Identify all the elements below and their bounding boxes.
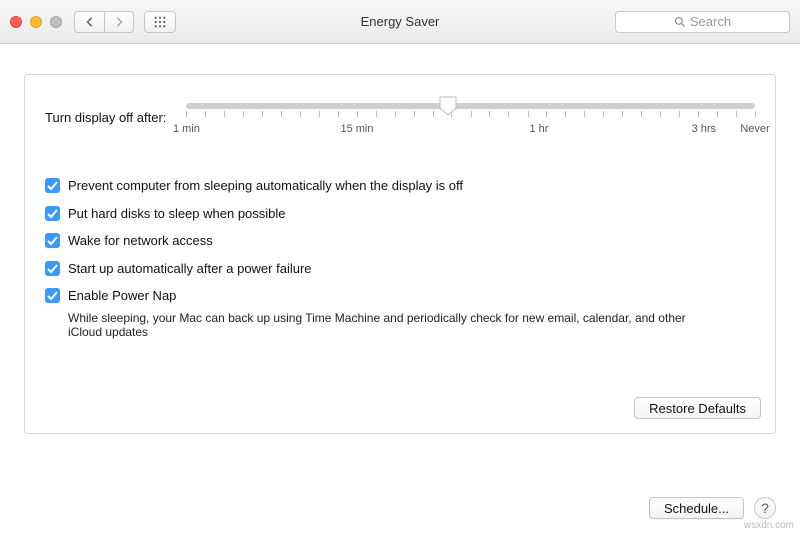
display-sleep-slider-row: Turn display off after: bbox=[45, 97, 755, 137]
display-sleep-label: Turn display off after: bbox=[45, 110, 166, 125]
forward-button[interactable] bbox=[104, 11, 134, 33]
display-sleep-slider[interactable]: 1 min 15 min 1 hr 3 hrs Never bbox=[186, 97, 755, 137]
power-nap-row: Enable Power Nap bbox=[45, 287, 755, 305]
tick-label-never: Never bbox=[740, 123, 769, 135]
slider-ticks bbox=[186, 111, 755, 119]
check-icon bbox=[45, 206, 60, 221]
tick-label-1hr: 1 hr bbox=[529, 123, 548, 135]
search-input[interactable]: Search bbox=[615, 11, 790, 33]
back-button[interactable] bbox=[74, 11, 104, 33]
close-icon[interactable] bbox=[10, 16, 22, 28]
prevent-sleep-label: Prevent computer from sleeping automatic… bbox=[68, 177, 463, 195]
slider-track bbox=[186, 103, 755, 109]
prevent-sleep-row: Prevent computer from sleeping automatic… bbox=[45, 177, 755, 195]
check-icon bbox=[45, 288, 60, 303]
check-icon bbox=[45, 261, 60, 276]
hard-disks-label: Put hard disks to sleep when possible bbox=[68, 205, 286, 223]
zoom-icon bbox=[50, 16, 62, 28]
titlebar: Energy Saver Search bbox=[0, 0, 800, 44]
slider-tick-labels: 1 min 15 min 1 hr 3 hrs Never bbox=[186, 123, 755, 137]
wake-network-checkbox[interactable] bbox=[45, 233, 60, 248]
energy-saver-window: Energy Saver Search Turn display off aft… bbox=[0, 0, 800, 535]
search-placeholder: Search bbox=[690, 14, 731, 29]
wake-network-row: Wake for network access bbox=[45, 232, 755, 250]
power-nap-note: While sleeping, your Mac can back up usi… bbox=[68, 311, 708, 339]
startup-power-fail-row: Start up automatically after a power fai… bbox=[45, 260, 755, 278]
tick-label-15min: 15 min bbox=[340, 123, 373, 135]
bottom-bar: Schedule... ? bbox=[0, 485, 800, 535]
content-area: Turn display off after: bbox=[0, 44, 800, 485]
nav-buttons bbox=[74, 11, 134, 33]
power-nap-label: Enable Power Nap bbox=[68, 287, 176, 305]
startup-power-fail-checkbox[interactable] bbox=[45, 261, 60, 276]
tick-label-3hrs: 3 hrs bbox=[692, 123, 716, 135]
search-icon bbox=[674, 16, 686, 28]
restore-defaults-button[interactable]: Restore Defaults bbox=[634, 397, 761, 419]
checkbox-list: Prevent computer from sleeping automatic… bbox=[45, 177, 755, 339]
help-button[interactable]: ? bbox=[754, 497, 776, 519]
hard-disks-checkbox[interactable] bbox=[45, 206, 60, 221]
startup-power-fail-label: Start up automatically after a power fai… bbox=[68, 260, 312, 278]
chevron-right-icon bbox=[114, 17, 124, 27]
slider-thumb[interactable] bbox=[439, 96, 457, 116]
show-all-button[interactable] bbox=[144, 11, 176, 33]
check-icon bbox=[45, 178, 60, 193]
wake-network-label: Wake for network access bbox=[68, 232, 213, 250]
traffic-lights bbox=[10, 16, 62, 28]
watermark: wsxdn.com bbox=[744, 520, 794, 531]
window-title: Energy Saver bbox=[361, 14, 440, 29]
settings-panel: Turn display off after: bbox=[24, 74, 776, 434]
chevron-left-icon bbox=[85, 17, 95, 27]
check-icon bbox=[45, 233, 60, 248]
minimize-icon[interactable] bbox=[30, 16, 42, 28]
power-nap-checkbox[interactable] bbox=[45, 288, 60, 303]
prevent-sleep-checkbox[interactable] bbox=[45, 178, 60, 193]
tick-label-1min: 1 min bbox=[173, 123, 200, 135]
grid-icon bbox=[154, 16, 166, 28]
hard-disks-row: Put hard disks to sleep when possible bbox=[45, 205, 755, 223]
schedule-button[interactable]: Schedule... bbox=[649, 497, 744, 519]
